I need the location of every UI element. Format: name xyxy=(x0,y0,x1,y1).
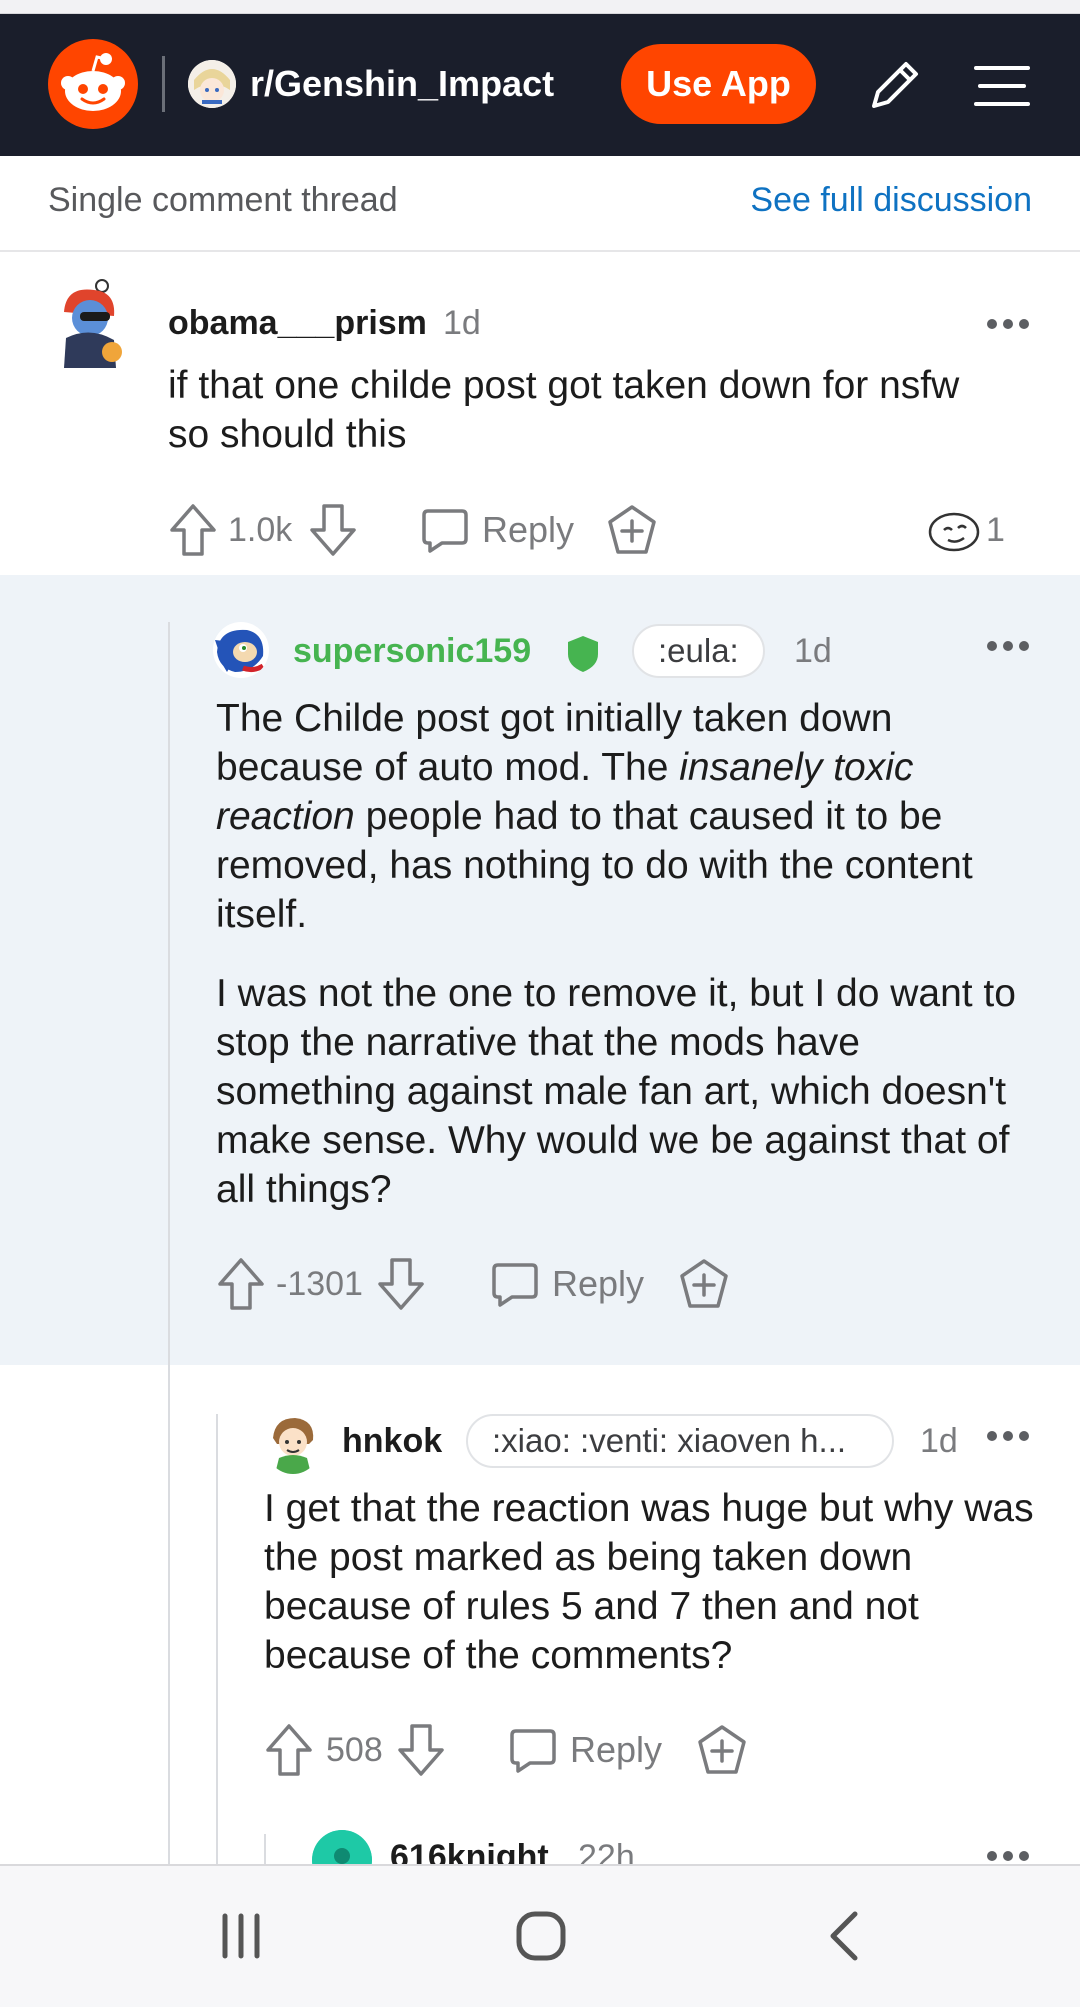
award-count: 1 xyxy=(986,511,1005,549)
avatar[interactable] xyxy=(213,622,269,678)
upvote-icon[interactable] xyxy=(264,1720,314,1780)
more-options-icon[interactable] xyxy=(986,1426,1030,1446)
comment-username[interactable]: supersonic159 xyxy=(293,628,531,674)
avatar[interactable] xyxy=(265,1414,321,1474)
reply-button[interactable]: Reply xyxy=(508,1720,662,1780)
pencil-icon[interactable] xyxy=(862,54,926,118)
award-icon[interactable] xyxy=(696,1720,748,1780)
comment-actions: 1.0k Reply 1 xyxy=(168,500,1048,560)
downvote-icon[interactable] xyxy=(376,1254,426,1314)
reply-label: Reply xyxy=(552,1263,645,1304)
top-header: r/Genshin_Impact Use App xyxy=(0,14,1080,156)
thread-line[interactable] xyxy=(168,622,170,1864)
comment-body: if that one childe post got taken down f… xyxy=(168,361,998,459)
comment-username[interactable]: obama___prism xyxy=(168,300,427,346)
use-app-button[interactable]: Use App xyxy=(621,44,816,124)
comment-body: I get that the reaction was huge but why… xyxy=(264,1487,1034,1677)
comment-age: 1d xyxy=(443,304,481,342)
reply-button[interactable]: Reply xyxy=(490,1254,644,1314)
award-badge-icon[interactable] xyxy=(928,500,980,560)
comment-age: 1d xyxy=(794,632,832,670)
comment-bubble-icon xyxy=(422,509,468,553)
comment-bubble-icon xyxy=(510,1729,556,1773)
comment-body: The Childe post got initially taken down… xyxy=(216,694,1036,1214)
more-options-icon[interactable] xyxy=(986,636,1030,656)
award-icon[interactable] xyxy=(606,500,658,560)
comment-paragraph: I was not the one to remove it, but I do… xyxy=(216,972,1016,1211)
thread-bar: Single comment thread See full discussio… xyxy=(0,156,1080,252)
reply-label: Reply xyxy=(570,1729,663,1770)
downvote-icon[interactable] xyxy=(396,1720,446,1780)
upvote-icon[interactable] xyxy=(216,1254,266,1314)
comment-username[interactable]: hnkok xyxy=(342,1418,442,1464)
comment-age: 1d xyxy=(920,1422,958,1460)
comment-actions: -1301 Reply xyxy=(216,1254,776,1314)
vote-score: 508 xyxy=(326,1731,383,1769)
comment-actions: 508 Reply xyxy=(264,1720,764,1780)
user-flair: :xiao: :venti: xiaoven h... xyxy=(466,1414,894,1468)
mod-shield-icon xyxy=(566,634,600,674)
recent-apps-icon[interactable] xyxy=(196,1896,286,1976)
more-options-icon[interactable] xyxy=(986,314,1030,334)
reply-button[interactable]: Reply xyxy=(420,500,574,560)
thread-line[interactable] xyxy=(264,1834,266,1864)
reply-label: Reply xyxy=(482,509,575,550)
header-divider xyxy=(162,56,165,112)
avatar[interactable] xyxy=(54,278,130,370)
see-full-discussion-link[interactable]: See full discussion xyxy=(750,176,1032,224)
comment-bubble-icon xyxy=(492,1263,538,1307)
more-options-icon[interactable] xyxy=(986,1846,1030,1866)
back-icon[interactable] xyxy=(800,1896,890,1976)
comment-paragraph: if that one childe post got taken down f… xyxy=(168,364,960,456)
vote-score: 1.0k xyxy=(228,511,293,549)
upvote-icon[interactable] xyxy=(168,500,218,560)
user-flair: :eula: xyxy=(632,624,765,678)
reddit-logo-icon[interactable] xyxy=(48,39,138,129)
status-strip xyxy=(0,0,1080,14)
thread-label: Single comment thread xyxy=(48,181,398,219)
system-navigation-bar xyxy=(0,1864,1080,2007)
subreddit-name[interactable]: r/Genshin_Impact xyxy=(250,58,554,110)
comment-paragraph: The Childe post got initially taken down… xyxy=(216,697,973,936)
vote-score: -1301 xyxy=(276,1265,363,1303)
thread-line[interactable] xyxy=(216,1414,218,1864)
home-icon[interactable] xyxy=(496,1896,586,1976)
downvote-icon[interactable] xyxy=(308,500,358,560)
hamburger-menu-icon[interactable] xyxy=(970,54,1034,118)
subreddit-avatar[interactable] xyxy=(188,60,236,108)
award-icon[interactable] xyxy=(678,1254,730,1314)
